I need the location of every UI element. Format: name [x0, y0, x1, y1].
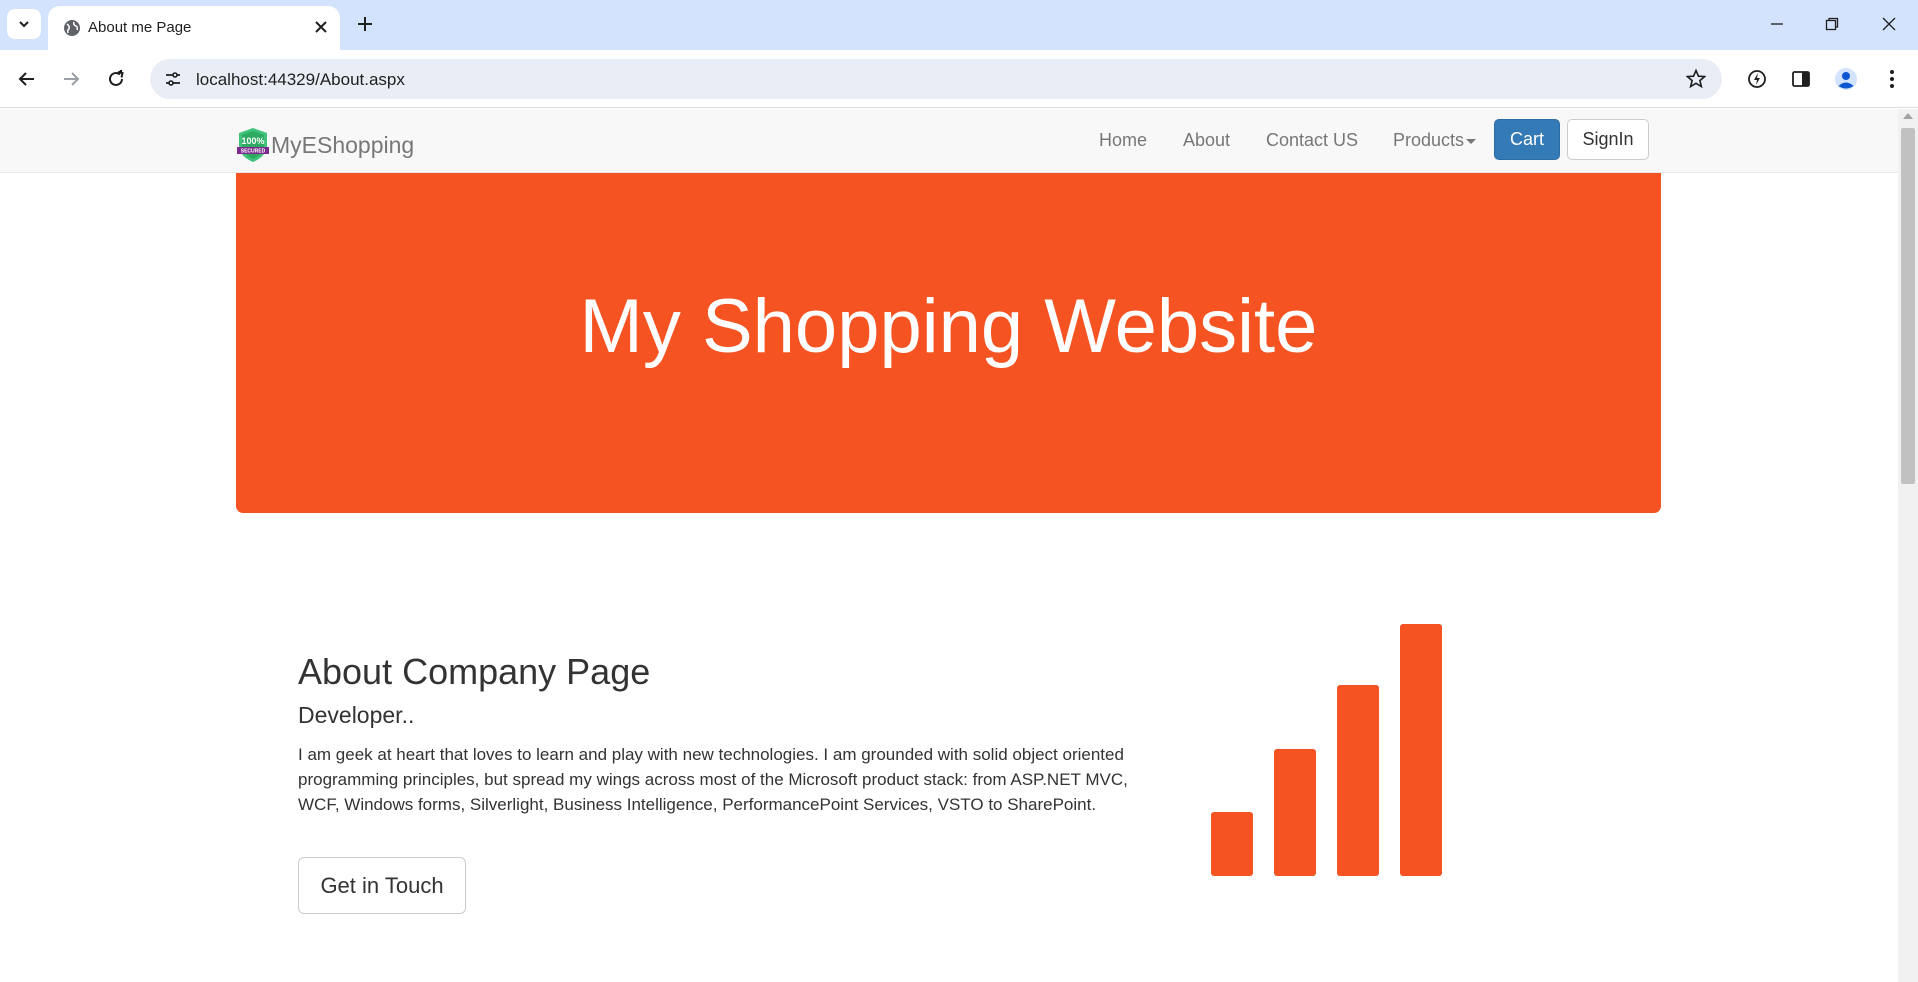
performance-icon [1748, 70, 1766, 88]
nav-about-link[interactable]: About [1183, 130, 1230, 151]
arrow-right-icon [64, 72, 80, 86]
more-vert-icon [1890, 70, 1894, 88]
signal-bar-2 [1274, 749, 1316, 876]
reload-button[interactable] [102, 65, 130, 93]
close-icon [1882, 17, 1896, 31]
minimize-icon [1771, 23, 1783, 25]
chevron-down-icon [19, 21, 29, 28]
extension-button[interactable] [1743, 65, 1771, 93]
side-panel-icon [1792, 71, 1810, 87]
secured-shield-logo-icon: 100% SECURED [237, 128, 269, 162]
reload-icon [109, 70, 124, 86]
brand-link[interactable]: 100% SECURED MyEShopping [236, 127, 414, 163]
new-tab-button[interactable] [353, 12, 377, 36]
tune-icon [166, 72, 180, 86]
tab-search-button[interactable] [7, 9, 41, 39]
globe-icon [64, 20, 80, 36]
signal-bar-4 [1400, 624, 1442, 876]
tab-title: About me Page [88, 19, 192, 36]
profile-button[interactable] [1832, 65, 1860, 93]
scrollbar-thumb[interactable] [1901, 128, 1915, 484]
back-button[interactable] [13, 65, 41, 93]
signal-bars-icon [1211, 624, 1442, 876]
brand-name: MyEShopping [271, 131, 415, 158]
star-icon [1686, 69, 1706, 89]
get-in-touch-button[interactable]: Get in Touch [298, 857, 466, 914]
caret-down-icon [1466, 138, 1477, 144]
browser-tabstrip: About me Page [0, 0, 1918, 50]
page-viewport: 100% SECURED MyEShopping Home About Cont… [0, 109, 1898, 982]
site-navbar: 100% SECURED MyEShopping Home About Cont… [0, 109, 1898, 173]
page-scrollbar[interactable] [1898, 109, 1918, 982]
nav-products-label: Products [1393, 130, 1465, 150]
avatar-icon [1835, 68, 1857, 90]
signin-button[interactable]: SignIn [1567, 119, 1649, 160]
about-subtitle: Developer.. [298, 702, 415, 728]
browser-tab-active[interactable]: About me Page [48, 6, 340, 50]
address-bar[interactable]: localhost:44329/About.aspx [150, 59, 1722, 99]
bookmark-button[interactable] [1684, 67, 1708, 91]
tab-close-button[interactable] [310, 16, 332, 38]
svg-text:100%: 100% [241, 136, 264, 146]
restore-icon [1825, 17, 1839, 31]
about-paragraph: I am geek at heart that loves to learn a… [298, 745, 1128, 814]
arrow-left-icon [18, 72, 34, 86]
url-text[interactable]: localhost:44329/About.aspx [196, 70, 405, 90]
signal-bar-1 [1211, 812, 1253, 876]
minimize-window-button[interactable] [1762, 10, 1792, 38]
browser-toolbar: localhost:44329/About.aspx [0, 50, 1918, 108]
forward-button[interactable] [57, 65, 85, 93]
signal-bar-3 [1337, 685, 1379, 876]
site-info-button[interactable] [162, 68, 184, 90]
plus-icon [358, 17, 372, 31]
scroll-up-arrow-icon[interactable] [1903, 113, 1913, 119]
side-panel-button[interactable] [1787, 65, 1815, 93]
nav-contact-link[interactable]: Contact US [1266, 130, 1358, 151]
svg-text:SECURED: SECURED [241, 149, 266, 155]
hero-jumbotron: My Shopping Website [236, 173, 1661, 513]
close-window-button[interactable] [1874, 10, 1904, 38]
cart-button[interactable]: Cart [1494, 119, 1560, 160]
close-icon [315, 21, 327, 33]
nav-home-link[interactable]: Home [1099, 130, 1147, 151]
restore-window-button[interactable] [1817, 10, 1847, 38]
hero-title: My Shopping Website [579, 284, 1318, 369]
browser-menu-button[interactable] [1878, 65, 1906, 93]
about-title: About Company Page [298, 651, 651, 692]
nav-products-dropdown[interactable]: Products [1393, 130, 1477, 151]
